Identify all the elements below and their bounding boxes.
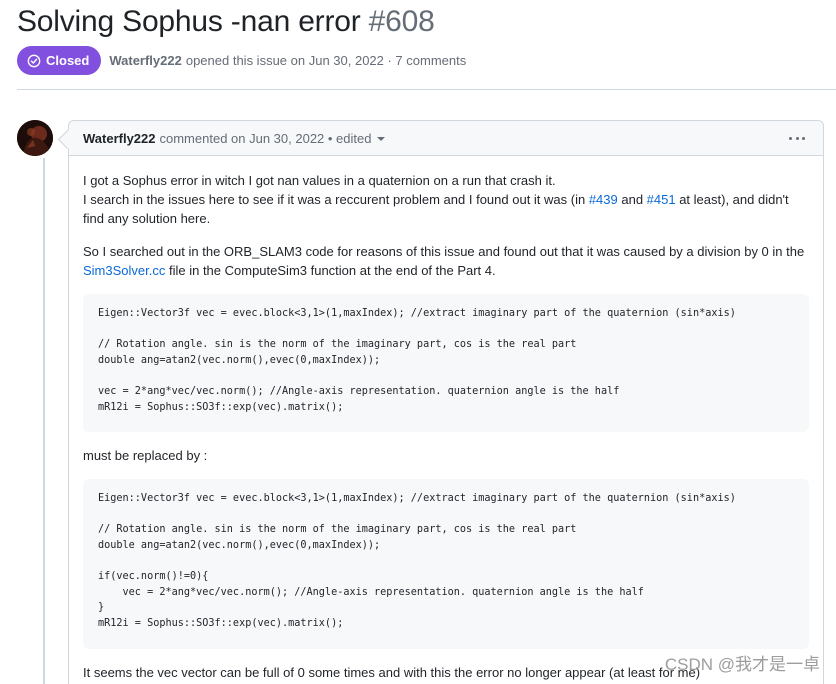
paragraph-cause-tail: file in the ComputeSim3 function at the … xyxy=(165,263,496,278)
comment-body: I got a Sophus error in witch I got nan … xyxy=(83,171,809,682)
paragraph-replace: must be replaced by : xyxy=(83,448,208,463)
kebab-horizontal-icon[interactable] xyxy=(789,131,805,145)
issue-link-451[interactable]: #451 xyxy=(647,192,676,207)
timeline-line xyxy=(43,158,45,684)
paragraph-intro-line2: I search in the issues here to see if it… xyxy=(83,192,589,207)
issue-title-text: Solving Sophus -nan error xyxy=(17,5,361,38)
paragraph-intro-line1: I got a Sophus error in witch I got nan … xyxy=(83,173,556,188)
file-link-sim3solver[interactable]: Sim3Solver.cc xyxy=(83,263,165,278)
issue-number: #608 xyxy=(368,5,435,38)
issue-author-link[interactable]: Waterfly222 xyxy=(109,53,182,68)
issue-meta: Closed Waterfly222 opened this issue on … xyxy=(17,46,466,75)
issue-opened-text: opened this issue on Jun 30, 2022 · 7 co… xyxy=(185,53,467,68)
paragraph-intro-and: and xyxy=(617,192,647,207)
csdn-watermark: CSDN @我才是一卓 xyxy=(664,655,820,674)
status-label: Closed xyxy=(46,53,90,68)
comment-author-link[interactable]: Waterfly222 xyxy=(83,131,156,146)
paragraph-cause: So I searched out in the ORB_SLAM3 code … xyxy=(83,242,809,280)
avatar[interactable] xyxy=(17,120,53,156)
comment-box: Waterfly222 commented on Jun 30, 2022 • … xyxy=(68,120,824,684)
comment-meta[interactable]: commented on Jun 30, 2022 • edited xyxy=(160,131,372,146)
paragraph-cause-text: So I searched out in the ORB_SLAM3 code … xyxy=(83,244,805,259)
issue-link-439[interactable]: #439 xyxy=(589,192,618,207)
comment-header: Waterfly222 commented on Jun 30, 2022 • … xyxy=(69,121,823,156)
edited-dropdown-icon[interactable] xyxy=(377,137,386,141)
issue-title: Solving Sophus -nan error #608 xyxy=(17,5,435,39)
issue-closed-icon xyxy=(27,54,41,67)
header-divider xyxy=(17,89,836,90)
paragraph-intro: I got a Sophus error in witch I got nan … xyxy=(83,171,809,228)
code-block-original[interactable]: Eigen::Vector3f vec = evec.block<3,1>(1,… xyxy=(83,294,809,432)
code-block-fixed[interactable]: Eigen::Vector3f vec = evec.block<3,1>(1,… xyxy=(83,479,809,649)
status-badge: Closed xyxy=(17,46,102,75)
avatar-image xyxy=(17,120,53,156)
